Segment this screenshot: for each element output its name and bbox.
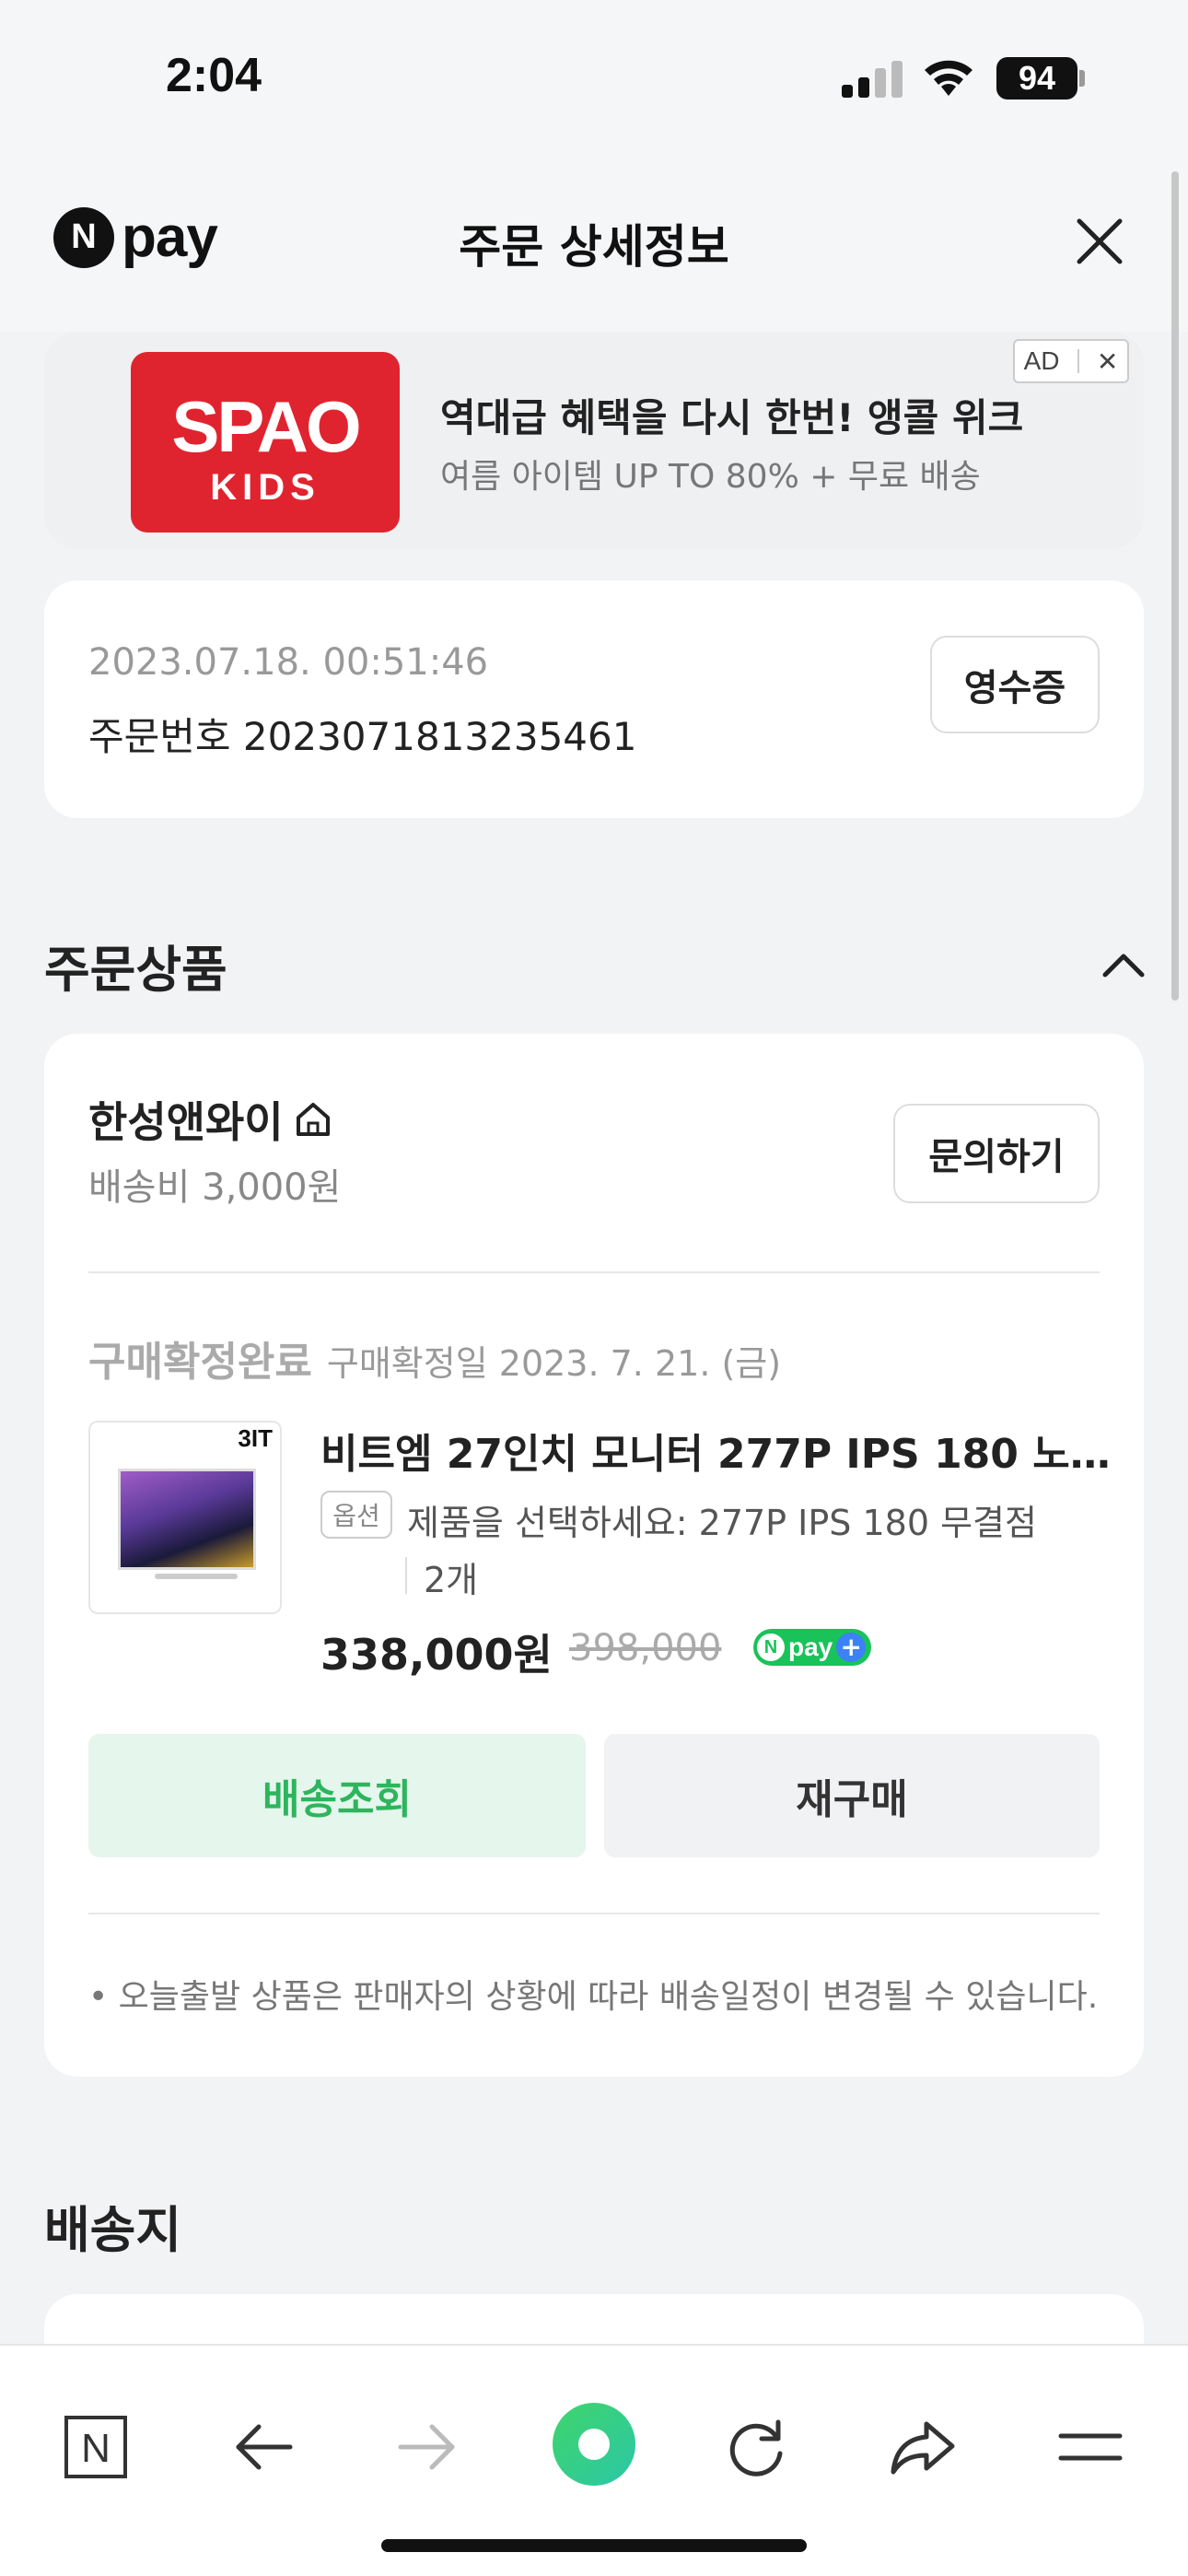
original-price: 398,000 [569,1627,722,1669]
ad-badge[interactable]: AD ✕ [1013,339,1129,383]
status-bar: 2:04 94 [0,0,1188,147]
green-dot-inner [578,2429,610,2460]
ad-label: AD [1023,346,1060,375]
naver-home-label: N [81,2426,111,2471]
product-thumbnail[interactable]: 3IT [88,1421,282,1614]
ad-close-icon[interactable]: ✕ [1097,346,1118,377]
product-card: 한성앤와이 배송비 3,000원 문의하기 구매확정완료 구매확정일 2023.… [44,1034,1144,2077]
forward-arrow-icon[interactable] [390,2410,464,2484]
store-home-icon[interactable] [293,1099,333,1140]
purchase-status-label: 구매확정완료 [88,1339,312,1386]
ad-banner[interactable]: SPAO KIDS 역대급 혜택을 다시 한번! 앵콜 위크 여름 아이템 UP… [44,332,1144,549]
signal-icon [842,61,906,98]
page-header: N pay 주문 상세정보 [0,147,1188,332]
scrollbar[interactable] [1171,171,1179,1001]
order-info-card: 2023.07.18. 00:51:46 주문번호 20230718132354… [44,580,1144,818]
npay-n-icon: N [757,1633,785,1661]
rebuy-button[interactable]: 재구매 [604,1734,1100,1857]
home-indicator[interactable] [381,2539,807,2552]
purchase-status: 구매확정완료 구매확정일 2023. 7. 21. (금) [88,1329,781,1388]
monitor-image [118,1469,256,1570]
divider [88,1913,1100,1914]
battery-indicator: 94 [996,57,1077,100]
seller-name[interactable]: 한성앤와이 [88,1089,333,1150]
delivery-notice: • 오늘출발 상품은 판매자의 상황에 따라 배송일정이 변경될 수 있습니다. [88,1978,1099,2016]
logo-line2: KIDS [210,467,320,508]
chevron-up-icon[interactable] [1100,945,1147,982]
product-price: 338,000원 [320,1630,553,1680]
order-number: 주문번호 2023071813235461 [88,714,637,759]
green-dot-icon[interactable] [553,2403,635,2486]
share-icon[interactable] [886,2410,960,2484]
shipping-fee: 배송비 3,000원 [88,1166,342,1209]
products-section-title: 주문상품 [44,941,227,999]
purchase-confirm-date: 구매확정일 2023. 7. 21. (금) [326,1343,782,1384]
receipt-button[interactable]: 영수증 [930,636,1100,733]
back-arrow-icon[interactable] [227,2410,300,2484]
naver-home-icon[interactable]: N [59,2410,133,2484]
product-quantity: 2개 [424,1560,479,1600]
ad-badge-divider [1077,349,1079,373]
inquiry-button[interactable]: 문의하기 [893,1104,1100,1203]
menu-icon[interactable] [1054,2410,1127,2484]
quantity-divider [405,1557,407,1594]
battery-tip [1079,70,1085,87]
status-time: 2:04 [166,49,262,102]
address-section-title: 배송지 [44,2201,182,2259]
order-datetime: 2023.07.18. 00:51:46 [88,641,489,684]
refresh-icon[interactable] [720,2410,794,2484]
npay-plus-badge: N pay + [753,1629,872,1666]
wifi-icon [921,55,976,98]
track-delivery-button[interactable]: 배송조회 [88,1734,586,1857]
spao-kids-logo: SPAO KIDS [131,352,400,533]
divider [88,1271,1100,1273]
thumb-brand: 3IT [238,1424,273,1452]
logo-line1: SPAO [171,386,361,467]
npay-pay-text: pay [788,1633,833,1661]
ad-subtext: 여름 아이템 UP TO 80% + 무료 배송 [440,458,981,496]
page-title: 주문 상세정보 [459,220,729,274]
close-icon[interactable] [1070,212,1129,271]
option-tag: 옵션 [320,1491,392,1539]
seller-label: 한성앤와이 [88,1097,284,1147]
plus-icon: + [836,1633,867,1662]
monitor-stand [155,1574,238,1579]
product-option: 제품을 선택하세요: 277P IPS 180 무결점 [407,1503,1037,1543]
ad-headline: 역대급 혜택을 다시 한번! 앵콜 위크 [440,395,1024,440]
product-name[interactable]: 비트엠 27인치 모니터 277P IPS 180 노블 무결점 [320,1421,1112,1480]
